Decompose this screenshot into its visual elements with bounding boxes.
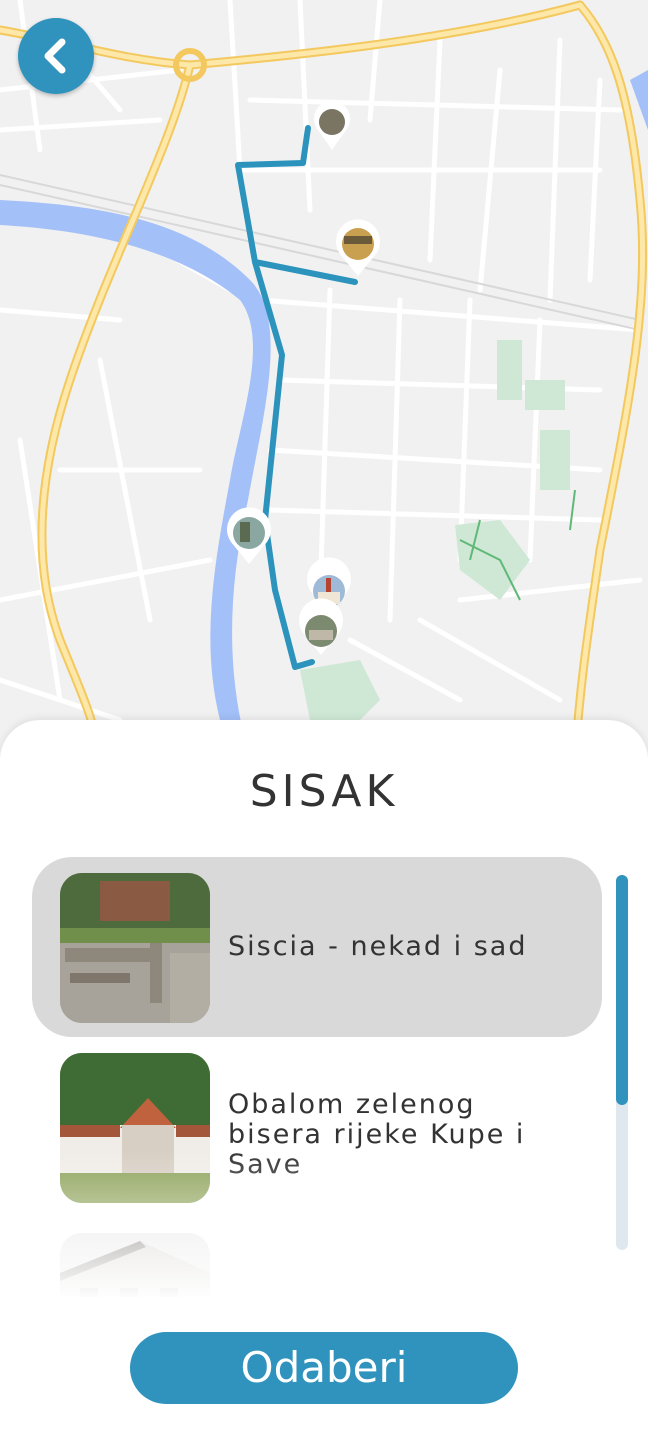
route-map[interactable] <box>0 0 648 760</box>
route-thumbnail <box>60 1233 210 1297</box>
chevron-left-icon <box>44 38 66 74</box>
route-thumbnail <box>60 1053 210 1203</box>
route-item-siscia[interactable]: Siscia - nekad i sad <box>32 857 602 1037</box>
route-item-third[interactable] <box>32 1217 602 1297</box>
route-list[interactable]: Siscia - nekad i sad Obalom zelenog bise… <box>32 857 602 1297</box>
route-item-label: Obalom zelenog bisera rijeke Kupe i Save <box>228 1089 526 1180</box>
route-item-label: Siscia - nekad i sad <box>228 931 528 962</box>
city-title: SISAK <box>249 766 399 817</box>
odaberi-button[interactable]: Odaberi <box>130 1332 518 1404</box>
scrollbar-thumb[interactable] <box>616 875 628 1105</box>
back-button[interactable] <box>18 18 94 94</box>
route-item-obalom[interactable]: Obalom zelenog bisera rijeke Kupe i Save <box>32 1037 602 1217</box>
route-selection-sheet: SISAK Siscia - nekad i sad Obalom zeleno… <box>0 720 648 1440</box>
route-thumbnail <box>60 873 210 1023</box>
list-scrollbar[interactable] <box>616 875 628 1250</box>
